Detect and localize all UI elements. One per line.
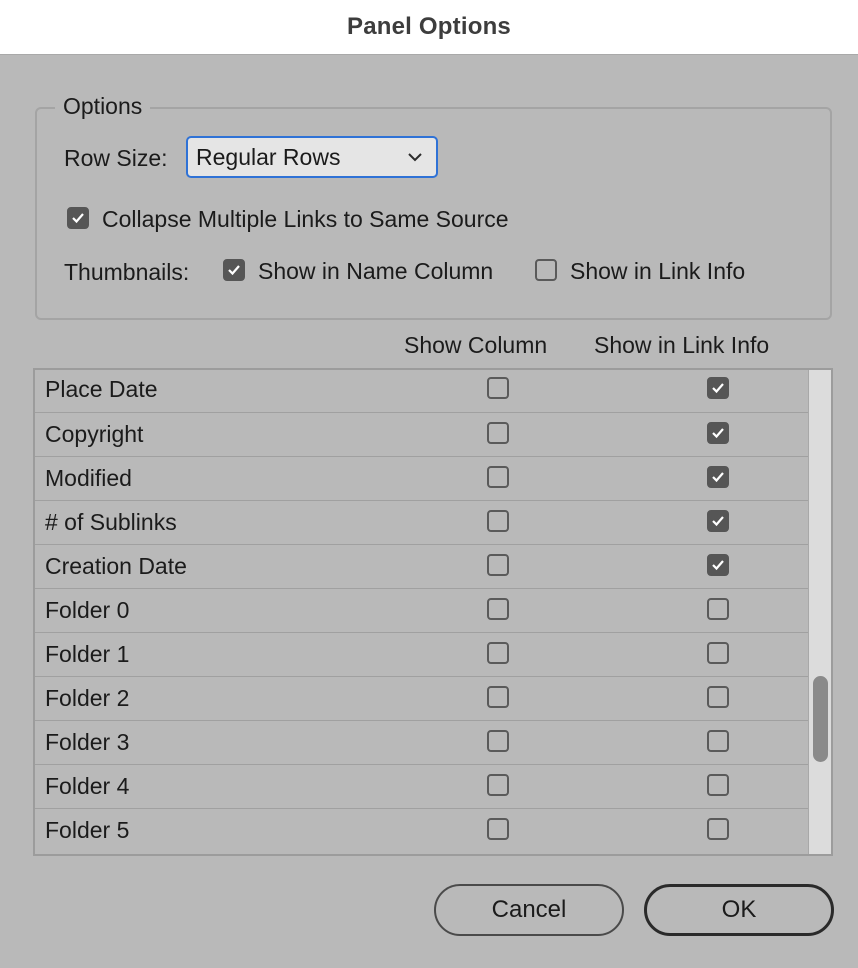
checkmark-icon <box>712 560 724 571</box>
thumb-name-column-label: Show in Name Column <box>258 258 494 284</box>
checkmark-icon <box>712 428 724 439</box>
row-label: Folder 3 <box>45 729 130 755</box>
show-link-info-checkbox[interactable] <box>707 730 729 752</box>
row-label: Folder 1 <box>45 641 130 667</box>
thumb-link-info-checkbox[interactable] <box>535 259 557 281</box>
table-row[interactable]: Folder 0 <box>35 588 811 632</box>
table-row[interactable]: # of Sublinks <box>35 500 811 544</box>
show-link-info-checkbox[interactable] <box>707 598 729 620</box>
row-label: Folder 2 <box>45 685 130 711</box>
table-row[interactable]: Place Date <box>35 370 811 412</box>
ok-button[interactable]: OK <box>644 884 834 936</box>
show-column-checkbox[interactable] <box>487 554 509 576</box>
row-label: Place Date <box>45 376 158 402</box>
cancel-button[interactable]: Cancel <box>434 884 624 936</box>
row-size-select[interactable]: Regular Rows <box>186 136 438 178</box>
show-link-info-checkbox[interactable] <box>707 686 729 708</box>
collapse-links-label: Collapse Multiple Links to Same Source <box>102 206 509 232</box>
show-column-checkbox[interactable] <box>487 774 509 796</box>
title-bar: Panel Options <box>0 0 858 55</box>
row-size-value: Regular Rows <box>196 143 341 170</box>
row-label: Modified <box>45 465 132 491</box>
collapse-links-checkbox[interactable] <box>67 207 89 229</box>
thumb-name-column-checkbox[interactable] <box>223 259 245 281</box>
row-label: # of Sublinks <box>45 509 177 535</box>
header-show-column: Show Column <box>404 332 548 358</box>
show-column-checkbox[interactable] <box>487 377 509 399</box>
table-row[interactable]: Folder 5 <box>35 808 811 852</box>
checkmark-icon <box>712 516 724 527</box>
table-row[interactable]: Folder 3 <box>35 720 811 764</box>
row-label: Copyright <box>45 421 144 447</box>
show-link-info-checkbox[interactable] <box>707 554 729 576</box>
table-row[interactable]: Modified <box>35 456 811 500</box>
show-column-checkbox[interactable] <box>487 466 509 488</box>
header-show-in-link-info: Show in Link Info <box>594 332 770 358</box>
row-label: Folder 4 <box>45 773 130 799</box>
table-row[interactable]: Creation Date <box>35 544 811 588</box>
show-link-info-checkbox[interactable] <box>707 466 729 488</box>
checkmark-icon <box>72 213 84 224</box>
chevron-down-icon <box>408 153 422 162</box>
show-column-checkbox[interactable] <box>487 510 509 532</box>
thumb-link-info-label: Show in Link Info <box>570 258 746 284</box>
thumbnails-label: Thumbnails: <box>64 259 190 285</box>
show-link-info-checkbox[interactable] <box>707 818 729 840</box>
options-legend: Options <box>55 93 151 120</box>
table-row[interactable]: Folder 1 <box>35 632 811 676</box>
scrollbar-thumb[interactable] <box>813 676 828 762</box>
checkmark-icon <box>712 472 724 483</box>
checkmark-icon <box>712 383 724 394</box>
row-label: Folder 5 <box>45 817 130 843</box>
show-column-checkbox[interactable] <box>487 642 509 664</box>
checkmark-icon <box>228 265 240 276</box>
table-row[interactable]: Folder 4 <box>35 764 811 808</box>
row-label: Creation Date <box>45 553 187 579</box>
scrollbar-track[interactable] <box>808 370 831 854</box>
show-column-checkbox[interactable] <box>487 598 509 620</box>
show-link-info-checkbox[interactable] <box>707 642 729 664</box>
columns-table: Place Date Copyright Modified # of Sublinks… <box>33 368 833 856</box>
panel-options-dialog: Panel Options Options Row Size: Regular … <box>0 0 858 968</box>
row-label: Folder 0 <box>45 597 130 623</box>
show-link-info-checkbox[interactable] <box>707 422 729 444</box>
dialog-title: Panel Options <box>347 13 511 40</box>
show-link-info-checkbox[interactable] <box>707 774 729 796</box>
row-size-label: Row Size: <box>64 145 168 171</box>
table-row[interactable]: Copyright <box>35 412 811 456</box>
show-link-info-checkbox[interactable] <box>707 510 729 532</box>
table-row[interactable]: Folder 2 <box>35 676 811 720</box>
show-column-checkbox[interactable] <box>487 422 509 444</box>
show-column-checkbox[interactable] <box>487 730 509 752</box>
show-column-checkbox[interactable] <box>487 818 509 840</box>
show-link-info-checkbox[interactable] <box>707 377 729 399</box>
show-column-checkbox[interactable] <box>487 686 509 708</box>
